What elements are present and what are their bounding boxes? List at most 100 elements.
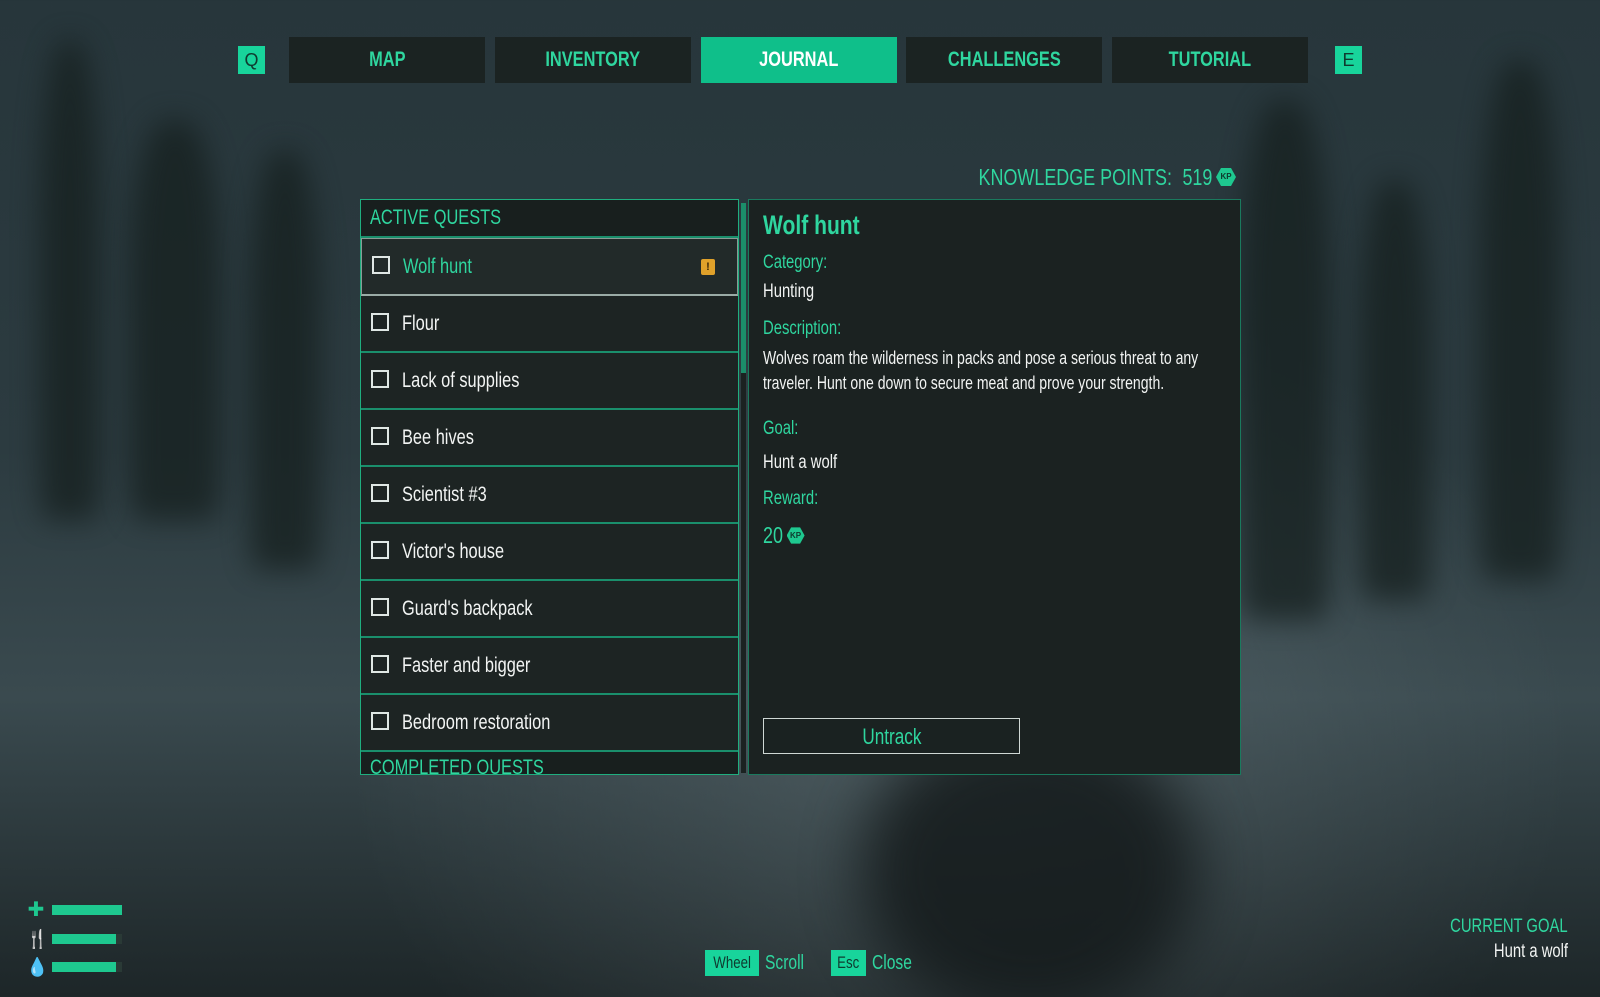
close-hint-text: Close bbox=[871, 952, 912, 974]
category-label-text: Category: bbox=[763, 252, 828, 273]
quest-title-text: Wolf hunt bbox=[763, 210, 860, 240]
prev-tab-key-badge[interactable]: Q bbox=[238, 46, 265, 74]
tab-inventory[interactable]: INVENTORY bbox=[495, 37, 691, 83]
health-bar bbox=[52, 905, 122, 915]
quest-list-scrollbar[interactable] bbox=[741, 203, 746, 773]
food-status: 🍴 bbox=[26, 929, 126, 949]
quest-label-text: Lack of supplies bbox=[402, 369, 520, 392]
tab-journal-label: JOURNAL bbox=[759, 48, 839, 71]
description-label-text: Description: bbox=[763, 318, 842, 339]
scrollbar-thumb[interactable] bbox=[741, 203, 746, 373]
fork-knife-icon: 🍴 bbox=[26, 929, 49, 949]
quest-list-panel: ACTIVE QUESTS Wolf hunt ! Flour Lack of … bbox=[360, 199, 739, 775]
wheel-key-text: Wheel bbox=[713, 953, 751, 972]
current-goal-value-text: Hunt a wolf bbox=[1493, 941, 1568, 962]
active-quests-header: ACTIVE QUESTS bbox=[361, 200, 738, 238]
quest-label-text: Scientist #3 bbox=[402, 483, 487, 506]
untrack-button-label: Untrack bbox=[861, 724, 922, 749]
esc-key-badge[interactable]: Esc bbox=[831, 950, 866, 976]
knowledge-points: KNOWLEDGE POINTS: 519 KP bbox=[924, 162, 1236, 192]
category-value: Hunting bbox=[763, 281, 829, 303]
goal-label-text: Goal: bbox=[763, 418, 799, 439]
close-hint[interactable]: Close bbox=[872, 950, 923, 976]
current-goal: CURRENT GOAL Hunt a wolf bbox=[1368, 915, 1568, 965]
wheel-key-badge: Wheel bbox=[705, 950, 760, 976]
plus-icon: ✚ bbox=[27, 899, 45, 921]
quest-checkbox[interactable] bbox=[371, 370, 389, 388]
knowledge-points-label: KNOWLEDGE POINTS: bbox=[978, 164, 1172, 190]
quest-label: Faster and bigger bbox=[402, 638, 567, 693]
current-goal-label: CURRENT GOAL bbox=[1368, 915, 1568, 939]
description-line: traveler. Hunt one down to secure meat a… bbox=[763, 373, 1277, 394]
reward-label: Reward: bbox=[763, 488, 834, 510]
quest-checkbox[interactable] bbox=[371, 484, 389, 502]
goal-value-text: Hunt a wolf bbox=[763, 452, 838, 473]
completed-quests-header[interactable]: COMPLETED QUESTS bbox=[361, 750, 738, 775]
quest-label: Victor's house bbox=[402, 524, 533, 579]
quest-label: Wolf hunt bbox=[403, 239, 491, 294]
quest-title: Wolf hunt bbox=[763, 210, 887, 241]
quest-label: Bedroom restoration bbox=[402, 695, 592, 750]
reward-label-text: Reward: bbox=[763, 488, 819, 509]
quest-item-lack-of-supplies[interactable]: Lack of supplies bbox=[361, 353, 738, 410]
quest-checkbox[interactable] bbox=[371, 541, 389, 559]
water-status: 💧 bbox=[26, 957, 126, 977]
top-tab-bar: Q MAP INVENTORY JOURNAL CHALLENGES TUTOR… bbox=[238, 37, 1362, 83]
water-drop-icon: 💧 bbox=[26, 957, 49, 977]
category-value-text: Hunting bbox=[763, 281, 815, 302]
health-status: ✚ bbox=[26, 899, 126, 921]
quest-label-text: Flour bbox=[402, 312, 440, 335]
quest-checkbox[interactable] bbox=[372, 256, 390, 274]
knowledge-points-value: 519 bbox=[1182, 164, 1212, 190]
description-line-2: traveler. Hunt one down to secure meat a… bbox=[763, 373, 1165, 393]
quest-checkbox[interactable] bbox=[371, 598, 389, 616]
tracked-quest-icon: ! bbox=[701, 259, 715, 275]
goal-value: Hunt a wolf bbox=[763, 452, 858, 474]
goal-label: Goal: bbox=[763, 418, 808, 440]
tab-journal[interactable]: JOURNAL bbox=[701, 37, 897, 83]
food-bar-fill bbox=[52, 934, 117, 944]
scroll-hint: Scroll bbox=[765, 950, 815, 976]
quest-label-text: Victor's house bbox=[402, 540, 505, 563]
current-goal-value: Hunt a wolf bbox=[1368, 939, 1568, 965]
quest-checkbox[interactable] bbox=[371, 655, 389, 673]
quest-item-victors-house[interactable]: Victor's house bbox=[361, 524, 738, 581]
esc-key-text: Esc bbox=[837, 953, 860, 972]
quest-item-flour[interactable]: Flour bbox=[361, 296, 738, 353]
water-bar bbox=[52, 962, 122, 972]
tab-tutorial-label: TUTORIAL bbox=[1168, 48, 1252, 71]
tab-challenges-label: CHALLENGES bbox=[947, 48, 1061, 71]
water-bar-fill bbox=[52, 962, 117, 972]
quest-checkbox[interactable] bbox=[371, 712, 389, 730]
reward-value: 20 KP bbox=[763, 522, 805, 549]
next-tab-key-badge[interactable]: E bbox=[1335, 46, 1362, 74]
quest-label-text: Bee hives bbox=[402, 426, 474, 449]
quest-item-faster-and-bigger[interactable]: Faster and bigger bbox=[361, 638, 738, 695]
quest-item-wolf-hunt[interactable]: Wolf hunt ! bbox=[361, 238, 738, 296]
tab-challenges[interactable]: CHALLENGES bbox=[906, 37, 1102, 83]
untrack-button[interactable]: Untrack bbox=[763, 718, 1020, 754]
quest-label-text: Wolf hunt bbox=[403, 255, 472, 278]
active-quests-header-label: ACTIVE QUESTS bbox=[370, 206, 502, 229]
quest-label: Scientist #3 bbox=[402, 467, 511, 522]
description-label: Description: bbox=[763, 318, 863, 340]
quest-label-text: Faster and bigger bbox=[402, 654, 531, 677]
quest-checkbox[interactable] bbox=[371, 427, 389, 445]
tab-tutorial[interactable]: TUTORIAL bbox=[1112, 37, 1308, 83]
tab-inventory-label: INVENTORY bbox=[545, 48, 641, 71]
food-bar bbox=[52, 934, 122, 944]
completed-quests-header-label: COMPLETED QUESTS bbox=[370, 756, 544, 775]
kp-icon: KP bbox=[1216, 168, 1236, 186]
quest-item-bedroom-restoration[interactable]: Bedroom restoration bbox=[361, 695, 738, 752]
description-line: Wolves roam the wilderness in packs and … bbox=[763, 348, 1321, 369]
quest-label: Lack of supplies bbox=[402, 353, 553, 408]
quest-label: Bee hives bbox=[402, 410, 494, 465]
quest-item-scientist-3[interactable]: Scientist #3 bbox=[361, 467, 738, 524]
quest-item-guards-backpack[interactable]: Guard's backpack bbox=[361, 581, 738, 638]
quest-item-bee-hives[interactable]: Bee hives bbox=[361, 410, 738, 467]
quest-checkbox[interactable] bbox=[371, 313, 389, 331]
scroll-hint-text: Scroll bbox=[765, 952, 805, 974]
reward-value-text: 20 bbox=[763, 522, 783, 548]
quest-label-text: Guard's backpack bbox=[402, 597, 533, 620]
tab-map[interactable]: MAP bbox=[289, 37, 485, 83]
